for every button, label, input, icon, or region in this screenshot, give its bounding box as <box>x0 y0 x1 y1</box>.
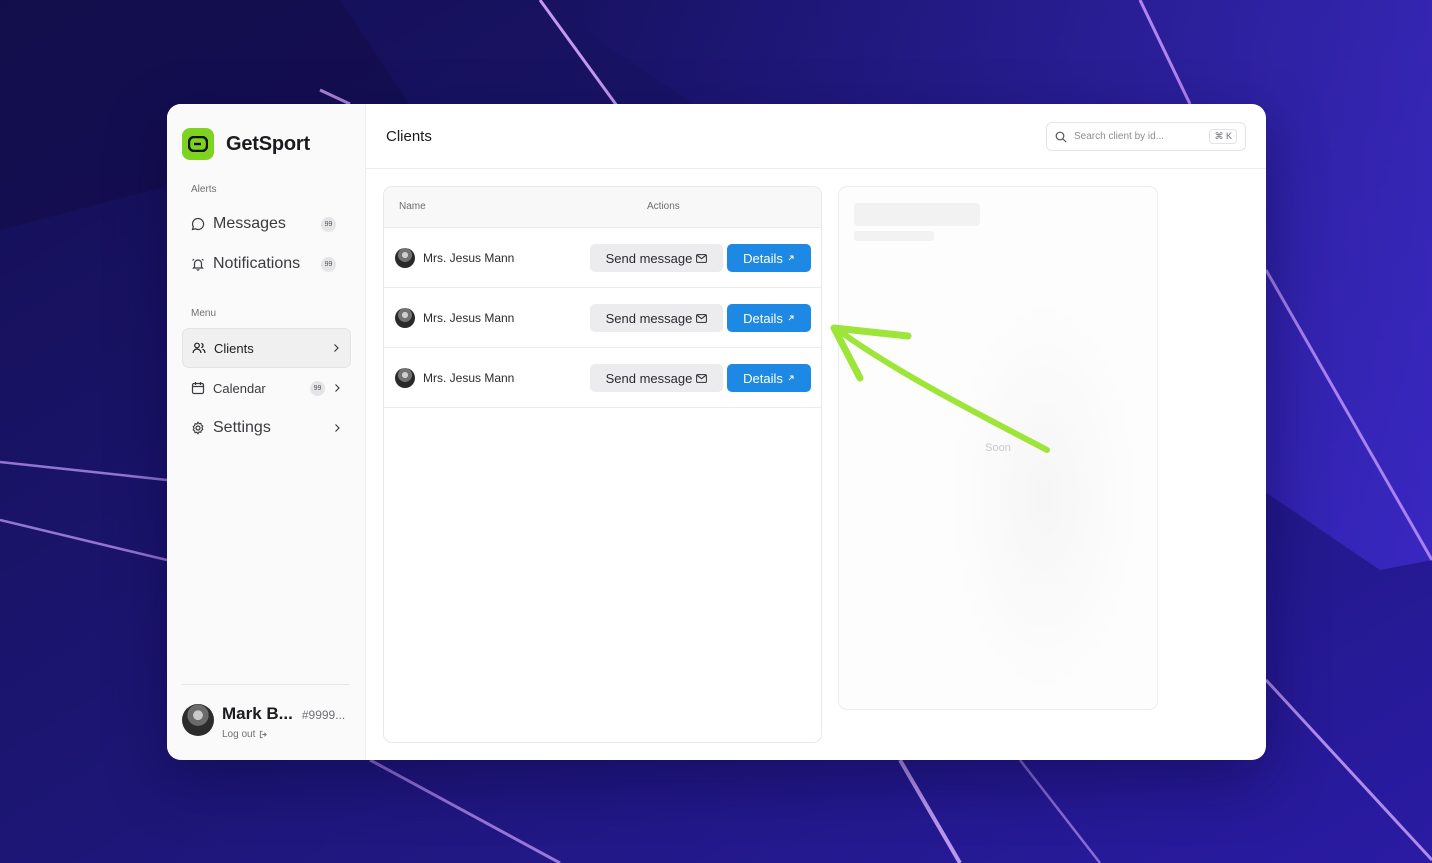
sidebar-item-label: Messages <box>213 215 286 232</box>
client-detail-panel: Soon <box>838 186 1158 710</box>
notifications-count-badge: 99 <box>321 256 336 272</box>
alerts-section-label: Alerts <box>191 184 217 195</box>
getsport-logo-icon <box>182 128 214 160</box>
skeleton-title <box>854 203 980 226</box>
skeleton-subtitle <box>854 231 934 241</box>
client-avatar <box>395 308 415 328</box>
table-row: Mrs. Jesus Mann Send message Details <box>384 288 821 348</box>
details-button[interactable]: Details <box>727 304 811 332</box>
details-label: Details <box>743 250 783 266</box>
chevron-right-icon <box>331 343 341 353</box>
message-bubble-icon <box>191 217 205 231</box>
table-header: Name Actions <box>384 187 821 228</box>
app-window: GetSport Alerts Messages 99 Notification… <box>167 104 1266 760</box>
soon-placeholder-text: Soon <box>985 442 1011 454</box>
mail-icon <box>696 373 708 383</box>
users-icon <box>192 341 206 355</box>
client-name: Mrs. Jesus Mann <box>423 371 515 385</box>
send-message-button[interactable]: Send message <box>590 244 723 272</box>
client-name: Mrs. Jesus Mann <box>423 251 515 265</box>
send-message-label: Send message <box>605 250 693 266</box>
top-bar: Clients ⌘ K <box>366 104 1266 169</box>
logout-icon <box>260 730 268 739</box>
send-message-label: Send message <box>605 310 693 326</box>
brand-name: GetSport <box>226 132 310 155</box>
calendar-count-badge: 99 <box>310 380 325 396</box>
search-box[interactable]: ⌘ K <box>1046 122 1246 151</box>
brand[interactable]: GetSport <box>182 128 310 160</box>
chevron-right-icon <box>332 383 342 393</box>
sidebar-item-clients[interactable]: Clients <box>182 328 351 368</box>
arrow-up-right-icon <box>788 375 794 381</box>
avatar[interactable] <box>182 704 214 736</box>
profile-name: Mark B... <box>222 704 293 723</box>
page-title: Clients <box>386 128 432 145</box>
placeholder-shape <box>949 297 1139 697</box>
column-header-actions: Actions <box>647 201 680 212</box>
clients-table: Name Actions Mrs. Jesus Mann Send messag… <box>383 186 822 743</box>
sidebar: GetSport Alerts Messages 99 Notification… <box>167 104 366 760</box>
sidebar-item-notifications[interactable]: Notifications 99 <box>182 244 351 284</box>
logout-label: Log out <box>222 729 256 740</box>
main-content: Clients ⌘ K Name Actions Mrs. Jesus Mann… <box>366 104 1266 760</box>
search-input[interactable] <box>1074 131 1210 142</box>
table-row: Mrs. Jesus Mann Send message Details <box>384 228 821 288</box>
profile-id: #9999... <box>301 708 346 722</box>
messages-count-badge: 99 <box>321 216 336 232</box>
column-header-name: Name <box>399 201 426 212</box>
bell-icon <box>191 257 205 271</box>
sidebar-item-label: Calendar <box>213 380 266 396</box>
details-label: Details <box>743 370 783 386</box>
sidebar-item-label: Clients <box>214 340 254 356</box>
chevron-right-icon <box>332 423 342 433</box>
client-avatar <box>395 368 415 388</box>
gear-icon <box>191 421 205 435</box>
profile-divider <box>182 684 350 685</box>
client-avatar <box>395 248 415 268</box>
sidebar-item-label: Settings <box>213 419 271 436</box>
calendar-icon <box>191 381 205 395</box>
arrow-up-right-icon <box>788 315 794 321</box>
mail-icon <box>696 313 708 323</box>
search-icon <box>1055 131 1067 142</box>
menu-section-label: Menu <box>191 308 217 319</box>
details-label: Details <box>743 310 783 326</box>
send-message-button[interactable]: Send message <box>590 364 723 392</box>
sidebar-item-calendar[interactable]: Calendar 99 <box>182 368 351 408</box>
arrow-up-right-icon <box>788 255 794 261</box>
user-profile: Mark B... #9999... Log out <box>182 704 345 740</box>
details-button[interactable]: Details <box>727 364 811 392</box>
client-name: Mrs. Jesus Mann <box>423 311 515 325</box>
sidebar-item-settings[interactable]: Settings <box>182 408 351 448</box>
send-message-button[interactable]: Send message <box>590 304 723 332</box>
details-button[interactable]: Details <box>727 244 811 272</box>
table-row: Mrs. Jesus Mann Send message Details <box>384 348 821 408</box>
sidebar-item-label: Notifications <box>213 255 301 272</box>
sidebar-item-messages[interactable]: Messages 99 <box>182 204 351 244</box>
logout-link[interactable]: Log out <box>222 729 345 740</box>
search-shortcut-hint: ⌘ K <box>1209 129 1237 144</box>
mail-icon <box>696 253 708 263</box>
send-message-label: Send message <box>605 370 693 386</box>
